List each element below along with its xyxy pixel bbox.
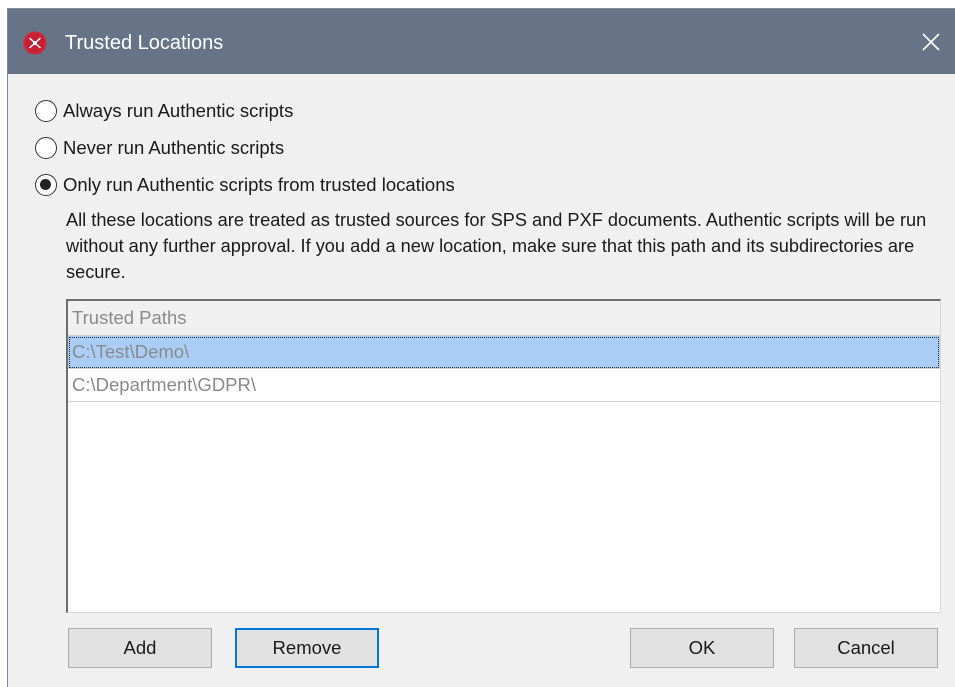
trusted-locations-dialog: Trusted Locations Always run Authentic s… xyxy=(7,8,955,687)
option-always-run-label: Always run Authentic scripts xyxy=(63,100,294,121)
radio-always-run[interactable] xyxy=(35,100,57,122)
app-icon xyxy=(23,31,47,55)
radio-trusted-only[interactable] xyxy=(35,174,57,196)
cancel-button[interactable]: Cancel xyxy=(794,628,938,668)
option-trusted-only[interactable]: Only run Authentic scripts from trusted … xyxy=(35,170,455,200)
option-trusted-only-label: Only run Authentic scripts from trusted … xyxy=(63,174,455,195)
list-row[interactable]: C:\Department\GDPR\ xyxy=(68,369,940,402)
option-always-run[interactable]: Always run Authentic scripts xyxy=(35,96,293,126)
radio-never-run[interactable] xyxy=(35,137,57,159)
list-header-trusted-paths[interactable]: Trusted Paths xyxy=(68,301,940,336)
title-bar[interactable]: Trusted Locations xyxy=(8,9,955,74)
trusted-paths-list[interactable]: Trusted Paths C:\Test\Demo\ C:\Departmen… xyxy=(66,299,941,613)
ok-button[interactable]: OK xyxy=(630,628,774,668)
add-button[interactable]: Add xyxy=(68,628,212,668)
remove-button[interactable]: Remove xyxy=(235,628,379,668)
list-row[interactable]: C:\Test\Demo\ xyxy=(68,336,940,369)
window-title: Trusted Locations xyxy=(65,32,224,54)
description-text: All these locations are treated as trust… xyxy=(66,210,927,282)
close-icon xyxy=(922,32,940,51)
close-button[interactable] xyxy=(907,9,955,74)
option-never-run-label: Never run Authentic scripts xyxy=(63,137,285,158)
option-never-run[interactable]: Never run Authentic scripts xyxy=(35,133,284,163)
